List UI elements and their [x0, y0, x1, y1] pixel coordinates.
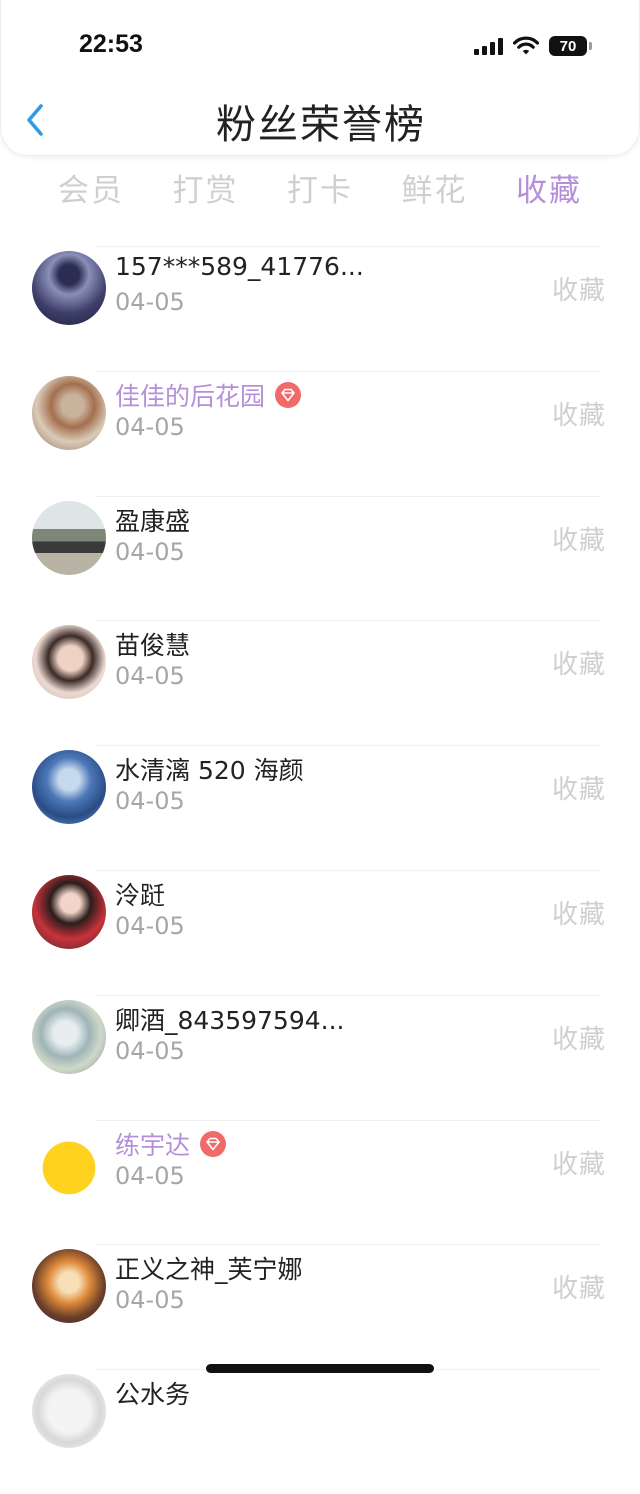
fan-name-text: 正义之神_芙宁娜 — [115, 1255, 303, 1285]
list-item[interactable]: 水清漓 520 海颜 04-05 收藏 — [0, 745, 640, 870]
avatar[interactable] — [32, 1374, 106, 1449]
vip-diamond-icon — [275, 381, 302, 408]
fan-name-text: 苗俊慧 — [115, 631, 191, 661]
tab-checkin[interactable]: 打卡 — [287, 168, 353, 218]
tab-favorites[interactable]: 收藏 — [516, 168, 582, 218]
fan-name: 盈康盛 — [115, 502, 190, 538]
avatar[interactable] — [32, 999, 106, 1074]
list-item[interactable]: 157***589_41776... 04-05 收藏 — [0, 246, 640, 371]
fan-name: 苗俊慧 — [115, 626, 190, 662]
list-item[interactable]: 佳佳的后花园 04-05 收藏 — [0, 370, 640, 496]
fan-name: 正义之神_芙宁娜 — [115, 1250, 303, 1286]
fan-name: 公水务 — [115, 1375, 190, 1411]
avatar[interactable] — [32, 251, 106, 325]
favorite-label: 收藏 — [551, 1024, 606, 1055]
favorite-date: 04-05 — [115, 787, 185, 816]
favorite-label: 收藏 — [551, 1149, 606, 1180]
navigation-header: 22:53 70 粉丝荣誉榜 — [0, 0, 640, 156]
fan-name-text: 卿酒_843597594... — [115, 1005, 345, 1035]
fan-name: 水清漓 520 海颜 — [115, 751, 304, 787]
cellular-signal-icon — [474, 37, 503, 55]
fan-name: 157***589_41776... — [115, 252, 364, 281]
favorite-date: 04-05 — [115, 662, 185, 691]
favorite-date: 04-05 — [115, 1161, 185, 1190]
fan-name-text: 泠跹 — [115, 880, 166, 910]
favorite-date: 04-05 — [115, 911, 185, 940]
avatar[interactable] — [32, 1124, 106, 1199]
favorite-label: 收藏 — [551, 1274, 606, 1305]
favorite-date: 04-05 — [115, 288, 185, 316]
avatar[interactable] — [32, 375, 106, 450]
fan-name-text: 佳佳的后花园 — [115, 381, 266, 411]
avatar[interactable] — [32, 1249, 106, 1324]
page-title: 粉丝荣誉榜 — [216, 102, 426, 148]
status-icons: 70 — [474, 36, 592, 56]
list-item[interactable]: 卿酒_843597594... 04-05 收藏 — [0, 994, 640, 1120]
wifi-icon — [513, 36, 539, 55]
fan-name-text: 练宇达 — [115, 1130, 191, 1160]
vip-diamond-icon — [200, 1130, 227, 1157]
tab-member[interactable]: 会员 — [58, 168, 124, 218]
status-time: 22:53 — [79, 30, 143, 58]
favorite-label: 收藏 — [551, 276, 606, 306]
avatar[interactable] — [32, 625, 106, 700]
list-item[interactable]: 苗俊慧 04-05 收藏 — [0, 620, 640, 745]
diamond-icon — [206, 1137, 220, 1150]
avatar[interactable] — [32, 750, 106, 825]
favorite-date: 04-05 — [115, 1036, 185, 1065]
tab-flowers[interactable]: 鲜花 — [402, 168, 468, 218]
list-item[interactable]: 盈康盛 04-05 收藏 — [0, 495, 640, 621]
home-indicator — [206, 1364, 434, 1373]
favorite-label: 收藏 — [551, 400, 606, 431]
diamond-icon — [281, 388, 295, 402]
fan-name: 练宇达 — [115, 1126, 227, 1162]
fan-name: 卿酒_843597594... — [115, 1001, 345, 1037]
list-item[interactable]: 泠跹 04-05 收藏 — [0, 869, 640, 995]
fan-list: 157***589_41776... 04-05 收藏 佳佳的后花园 04-05… — [0, 246, 640, 1494]
avatar[interactable] — [32, 874, 106, 949]
favorite-date: 04-05 — [115, 537, 185, 566]
favorite-label: 收藏 — [551, 650, 606, 681]
favorite-date: 04-05 — [115, 1286, 185, 1315]
fan-name-text: 公水务 — [115, 1380, 191, 1410]
favorite-label: 收藏 — [551, 899, 606, 930]
fan-name: 佳佳的后花园 — [115, 377, 302, 413]
favorite-date: 04-05 — [115, 412, 185, 441]
fan-name-text: 水清漓 520 海颜 — [115, 756, 304, 786]
list-item[interactable]: 正义之神_芙宁娜 04-05 收藏 — [0, 1244, 640, 1369]
list-item[interactable]: 公水务 — [0, 1369, 640, 1494]
fan-name: 泠跹 — [115, 876, 165, 912]
tab-reward[interactable]: 打赏 — [173, 168, 239, 218]
favorite-label: 收藏 — [551, 775, 606, 806]
avatar[interactable] — [32, 500, 106, 575]
battery-icon: 70 — [549, 36, 592, 56]
fan-name-text: 157***589_41776... — [115, 252, 364, 281]
favorite-label: 收藏 — [551, 525, 606, 556]
tab-bar: 会员 打赏 打卡 鲜花 收藏 — [0, 168, 640, 218]
list-item[interactable]: 练宇达 04-05 收藏 — [0, 1119, 640, 1245]
fan-name-text: 盈康盛 — [115, 506, 191, 536]
